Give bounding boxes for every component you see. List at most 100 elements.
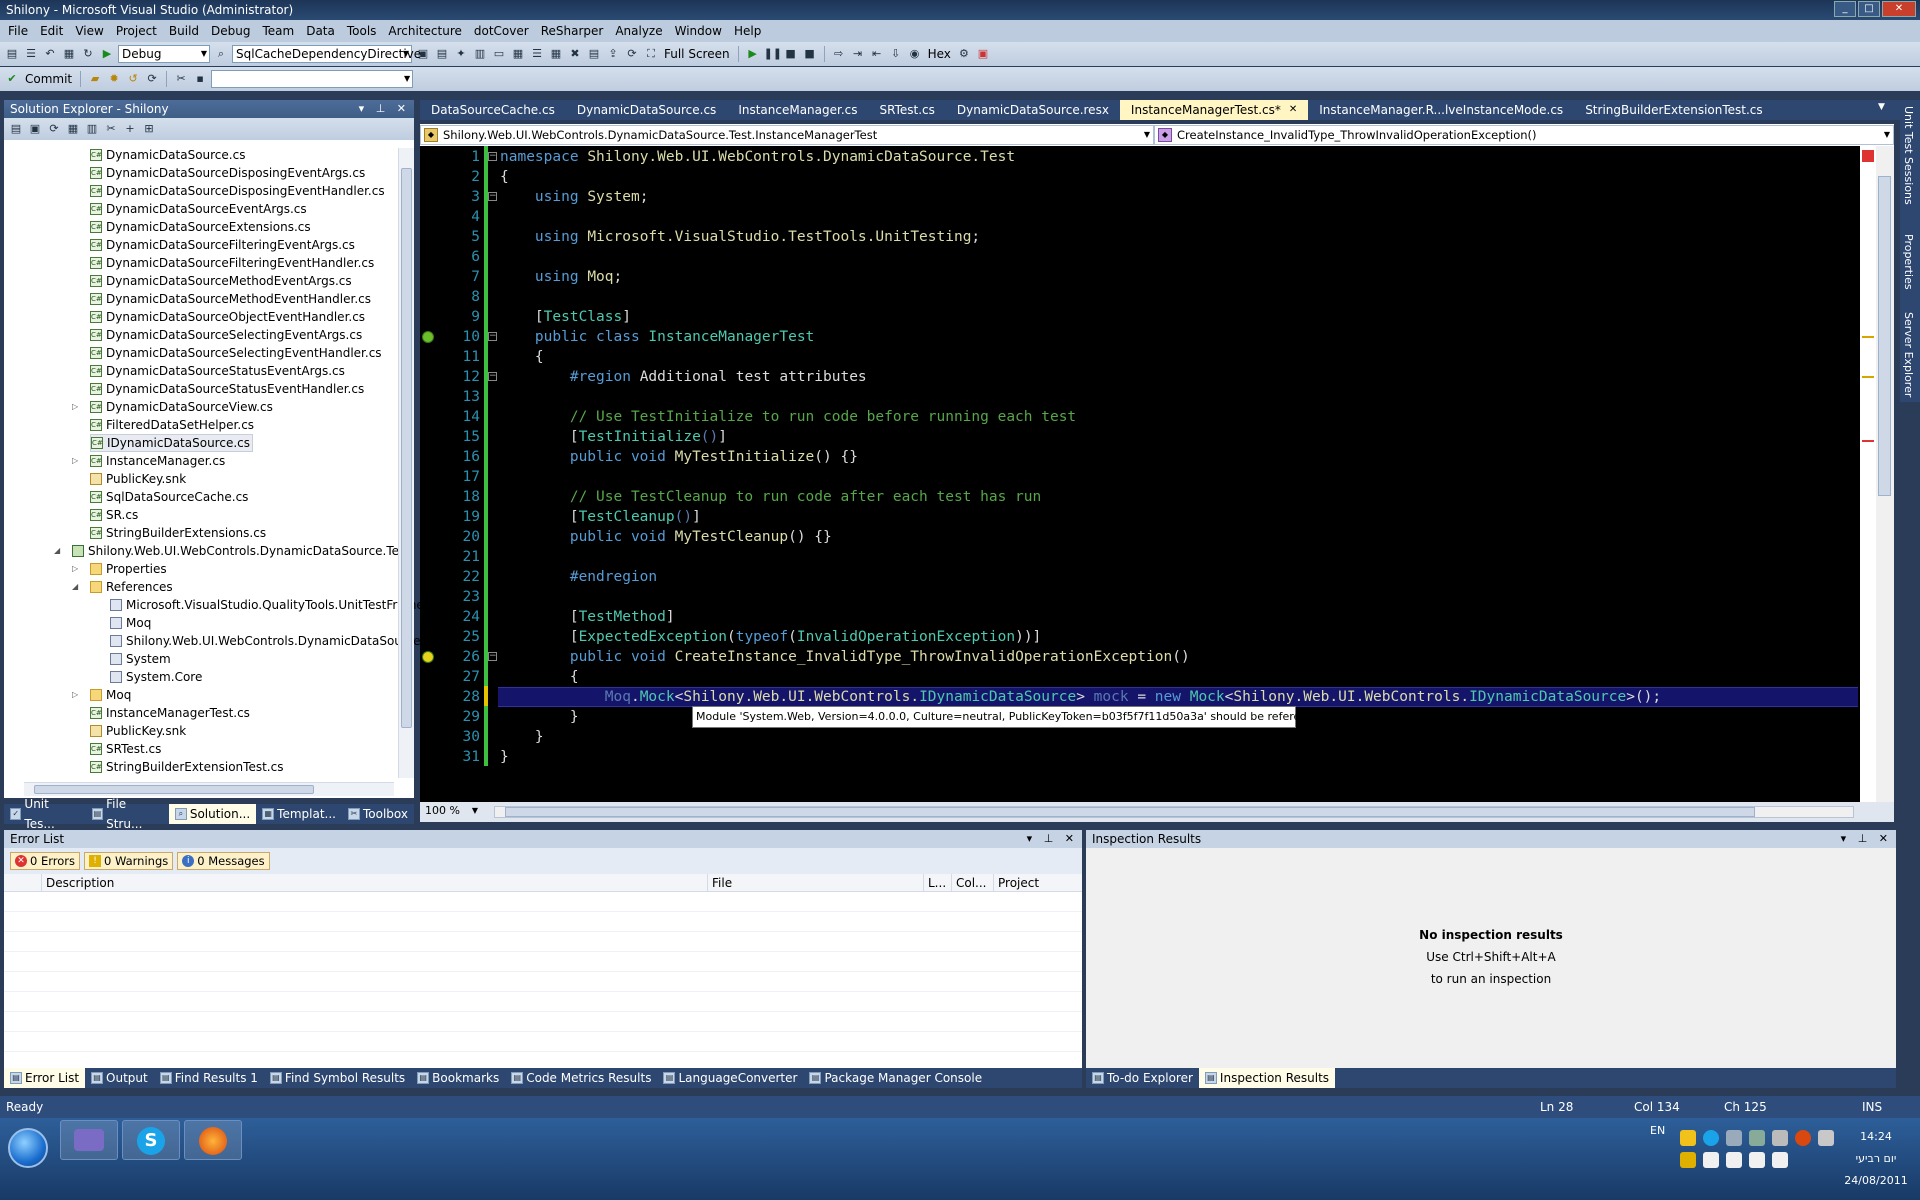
show-next-statement-icon[interactable]: ⇩ <box>888 46 904 62</box>
tree-item[interactable]: C# DynamicDataSourceSelectingEventHandler… <box>90 344 382 362</box>
menu-architecture[interactable]: Architecture <box>382 20 467 42</box>
chevron-down-icon[interactable]: ▼ <box>1878 102 1885 112</box>
warning-marker[interactable] <box>1862 336 1874 338</box>
start-debugging-icon[interactable]: ▶ <box>99 46 115 62</box>
table-icon[interactable]: ▤ <box>586 46 602 62</box>
server-explorer-tab[interactable]: Server Explorer <box>1902 312 1915 397</box>
refresh-icon[interactable]: ⟳ <box>624 46 640 62</box>
tree-scroll-thumb[interactable] <box>401 168 412 728</box>
properties-tab[interactable]: Properties <box>1902 234 1915 290</box>
grid-icon[interactable]: ▦ <box>548 46 564 62</box>
menu-view[interactable]: View <box>69 20 109 42</box>
tree-item[interactable]: PublicKey.snk <box>90 722 186 740</box>
window-icon[interactable]: ▭ <box>491 46 507 62</box>
find-combo[interactable]: SqlCacheDependencyDirective ▼ <box>232 45 421 63</box>
tree-item[interactable]: C# DynamicDataSourceView.cs <box>90 398 273 416</box>
tab-unit-tests[interactable]: ✓ Unit Tes... <box>4 797 86 831</box>
tree-item[interactable]: C# FilteredDataSetHelper.cs <box>90 416 254 434</box>
tree-item[interactable]: Shilony.Web.UI.WebControls.DynamicDataSo… <box>110 632 421 650</box>
zoom-combo[interactable]: 100 % ▼ <box>422 803 480 821</box>
bottom-tab[interactable]: ▤ Error List <box>4 1068 86 1088</box>
document-tab[interactable]: InstanceManager.R...lveInstanceMode.cs <box>1308 100 1574 120</box>
tree-item[interactable]: C# IDynamicDataSource.cs <box>90 434 253 452</box>
tree-item[interactable]: C# DynamicDataSourceExtensions.cs <box>90 218 311 236</box>
member-navigation-combo[interactable]: ◆ CreateInstance_InvalidType_ThrowInvali… <box>1154 125 1894 145</box>
tools-icon[interactable]: ✂ <box>173 71 189 87</box>
menu-dotcover[interactable]: dotCover <box>468 20 535 42</box>
cloud-icon[interactable] <box>1749 1130 1765 1146</box>
bottom-tab[interactable]: ▤ Bookmarks <box>411 1068 505 1088</box>
tray-misc-icon[interactable] <box>1818 1130 1834 1146</box>
code-editor[interactable]: − − − − −1 namespace Shilony.Web.UI.WebContro… <box>420 146 1894 802</box>
menu-file[interactable]: File <box>2 20 34 42</box>
volume-icon[interactable] <box>1772 1152 1788 1168</box>
bottom-tab[interactable]: ▤ Find Results 1 <box>154 1068 264 1088</box>
expand-arrow-icon[interactable]: ▷ <box>72 402 78 411</box>
export-icon[interactable]: ⇪ <box>605 46 621 62</box>
add-icon[interactable]: + <box>122 121 138 137</box>
toolbox-icon[interactable]: ▥ <box>472 46 488 62</box>
refresh-icon[interactable]: ⟳ <box>144 71 160 87</box>
warning-marker[interactable] <box>1862 376 1874 378</box>
delete-icon[interactable]: ✖ <box>567 46 583 62</box>
tree-item[interactable]: C# DynamicDataSourceMethodEventArgs.cs <box>90 272 352 290</box>
refresh-icon[interactable]: ⟳ <box>46 121 62 137</box>
threads-icon[interactable]: ⚙ <box>956 46 972 62</box>
step-over-icon[interactable]: ⇥ <box>850 46 866 62</box>
folder-icon[interactable]: ▰ <box>87 71 103 87</box>
document-tab[interactable]: DataSourceCache.cs <box>420 100 566 120</box>
hex-button[interactable]: Hex <box>926 47 953 61</box>
unit-test-sessions-tab[interactable]: Unit Test Sessions <box>1902 106 1915 205</box>
menu-project[interactable]: Project <box>110 20 163 42</box>
panel-buttons[interactable]: ▾ ⊥ ✕ <box>359 100 410 118</box>
column-col[interactable]: Col... <box>952 874 994 891</box>
tree-item[interactable]: C# DynamicDataSourceMethodEventHandler.cs <box>90 290 371 308</box>
revert-icon[interactable]: ↺ <box>125 71 141 87</box>
tree-item[interactable]: Moq <box>110 614 151 632</box>
device-icon[interactable] <box>1772 1130 1788 1146</box>
tree-item[interactable]: C# DynamicDataSourceDisposingEventHandler… <box>90 182 385 200</box>
tools-icon[interactable]: ✂ <box>103 121 119 137</box>
tree-item[interactable]: C# DynamicDataSourceFilteringEventHandler… <box>90 254 374 272</box>
view-designer-icon[interactable]: ▥ <box>84 121 100 137</box>
tree-item[interactable]: C# DynamicDataSourceFilteringEventArgs.cs <box>90 236 355 254</box>
document-tab[interactable]: StringBuilderExtensionTest.cs <box>1574 100 1773 120</box>
display-icon[interactable] <box>1749 1152 1765 1168</box>
tree-item[interactable]: C# InstanceManagerTest.cs <box>90 704 250 722</box>
bottom-tab[interactable]: ▤ LanguageConverter <box>657 1068 803 1088</box>
step-into-icon[interactable]: ⇨ <box>831 46 847 62</box>
error-marker[interactable] <box>1862 440 1874 442</box>
solution-config-combo[interactable]: Debug ▼ <box>118 45 210 63</box>
skype-tray-icon[interactable] <box>1703 1130 1719 1146</box>
maximize-button[interactable]: □ <box>1858 1 1880 17</box>
break-all-icon[interactable]: ❚❚ <box>764 46 782 62</box>
menu-build[interactable]: Build <box>163 20 205 42</box>
tree-item[interactable]: C# StringBuilderExtensions.cs <box>90 524 266 542</box>
bottom-tab[interactable]: ▤ Output <box>85 1068 154 1088</box>
editor-horizontal-scrollbar[interactable] <box>494 806 1854 818</box>
tree-item[interactable]: Moq <box>90 686 131 704</box>
close-button[interactable]: ✕ <box>1882 1 1916 17</box>
column-line[interactable]: L... <box>924 874 952 891</box>
column-project[interactable]: Project <box>994 874 1082 891</box>
menu-team[interactable]: Team <box>256 20 300 42</box>
column-description[interactable]: Description <box>42 874 708 891</box>
warnings-filter[interactable]: ! 0 Warnings <box>84 852 174 870</box>
type-navigation-combo[interactable]: ◆ Shilony.Web.UI.WebControls.DynamicData… <box>420 125 1154 145</box>
tree-item[interactable]: System.Core <box>110 668 202 686</box>
redo-icon[interactable]: ↻ <box>80 46 96 62</box>
clock-time[interactable]: 14:24 <box>1846 1130 1906 1143</box>
tree-hscroll-thumb[interactable] <box>34 785 314 794</box>
command-window-icon[interactable]: ▪ <box>192 71 208 87</box>
breakpoints-icon[interactable]: ◉ <box>907 46 923 62</box>
new-project-icon[interactable]: ▤ <box>4 46 20 62</box>
expand-arrow-icon[interactable]: ▷ <box>72 456 78 465</box>
editor-scroll-thumb[interactable] <box>1878 176 1891 496</box>
errors-filter[interactable]: ✕ 0 Errors <box>10 852 80 870</box>
continue-icon[interactable]: ▶ <box>745 46 761 62</box>
input-language[interactable]: EN <box>1650 1124 1665 1137</box>
expand-arrow-icon[interactable]: ▷ <box>72 690 78 699</box>
menu-debug[interactable]: Debug <box>205 20 256 42</box>
network-icon[interactable] <box>1726 1130 1742 1146</box>
panel-buttons[interactable]: ▾ ⊥ ✕ <box>1841 830 1892 848</box>
